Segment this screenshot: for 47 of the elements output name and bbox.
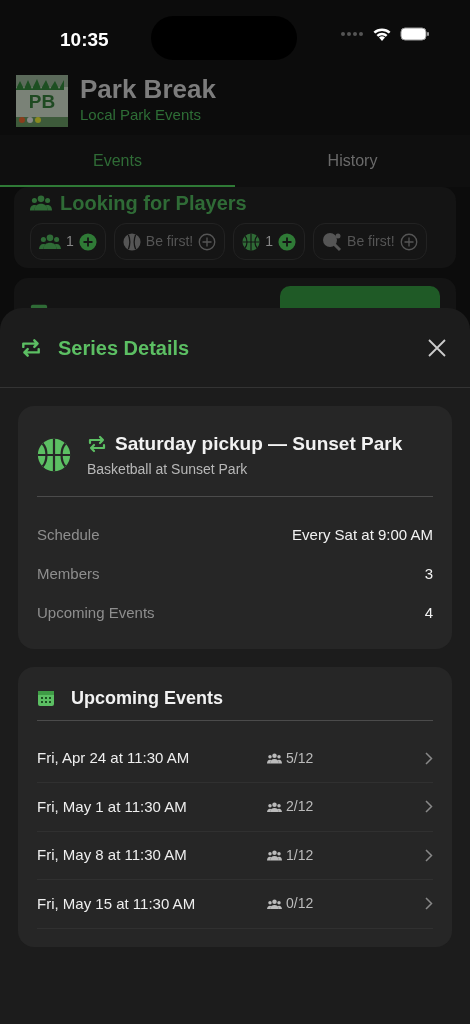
- event-date[interactable]: Fri, May 1 at 11:30 AM: [37, 795, 267, 818]
- app-title: Park Break: [80, 75, 216, 105]
- event-date[interactable]: Fri, Apr 24 at 11:30 AM: [37, 747, 267, 770]
- battery-icon: [400, 26, 430, 41]
- detail-value: Every Sat at 9:00 AM: [292, 524, 433, 545]
- event-date[interactable]: Fri, May 8 at 11:30 AM: [37, 844, 267, 867]
- chevron-right-icon: [425, 751, 433, 765]
- detail-value: 4: [424, 602, 433, 623]
- status-time: 10:35: [60, 28, 109, 52]
- basketball-icon: [242, 232, 261, 251]
- detail-label: Upcoming Events: [37, 602, 155, 623]
- section-heading: Upcoming Events: [71, 686, 224, 710]
- detail-label: Members: [37, 563, 100, 584]
- chevron-right-icon: [425, 897, 433, 911]
- app-subtitle: Local Park Events: [80, 105, 202, 126]
- sheet-title: Series Details: [58, 335, 190, 361]
- wifi-icon: [372, 26, 392, 41]
- people-icon: [267, 898, 282, 909]
- series-title: Saturday pickup — Sunset Park: [115, 432, 403, 456]
- player-count: 0/12: [286, 894, 314, 914]
- people-icon: [267, 753, 282, 764]
- people-icon: [30, 195, 52, 211]
- chevron-right-icon: [425, 848, 433, 862]
- chip-label[interactable]: 1: [265, 231, 274, 252]
- people-icon: [39, 233, 61, 250]
- player-count: 2/12: [286, 797, 314, 817]
- event-date[interactable]: Fri, May 15 at 11:30 AM: [37, 892, 267, 915]
- player-count: 5/12: [286, 748, 314, 768]
- chevron-right-icon: [425, 800, 433, 814]
- basketball-icon: [37, 437, 71, 472]
- section-heading: Looking for Players: [60, 191, 247, 215]
- baseball-icon: [122, 232, 141, 251]
- people-icon: [267, 801, 282, 812]
- repeat-icon: [20, 336, 42, 359]
- signal-icon: [340, 30, 364, 37]
- chip-label[interactable]: 1: [66, 231, 74, 252]
- detail-label: Schedule: [37, 524, 100, 545]
- app-logo: PB: [16, 75, 68, 127]
- tab[interactable]: History: [235, 135, 470, 187]
- close-icon: [428, 338, 446, 357]
- paddle-icon: [322, 231, 343, 252]
- calendar-icon: [37, 689, 55, 707]
- player-count: 1/12: [286, 845, 314, 865]
- series-subtitle: Basketball at Sunset Park: [87, 459, 249, 479]
- detail-value: 3: [424, 563, 433, 584]
- repeat-icon: [87, 434, 107, 455]
- people-icon: [267, 850, 282, 861]
